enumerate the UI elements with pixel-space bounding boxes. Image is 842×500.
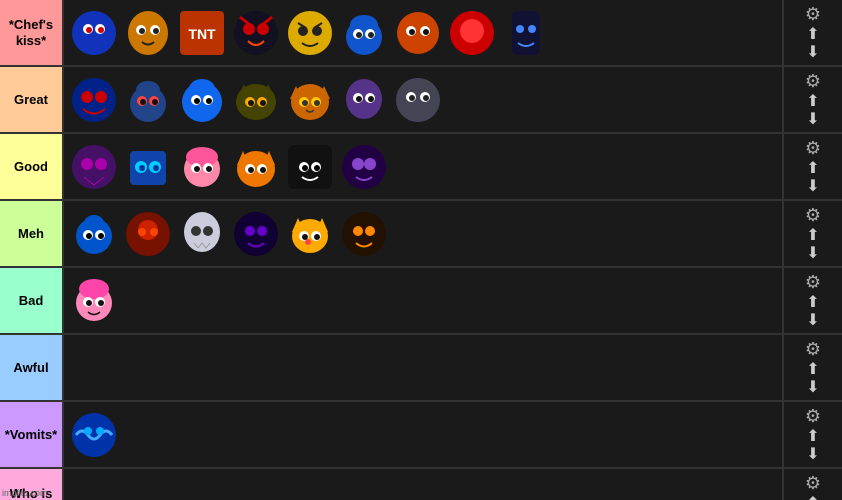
char-orange-fox bbox=[230, 141, 282, 193]
char-red-chaos bbox=[122, 208, 174, 260]
up-btn-great[interactable]: ⬆ bbox=[806, 94, 819, 110]
down-btn-awful[interactable]: ⬇ bbox=[806, 380, 819, 396]
tier-controls-great: ⚙ ⬆ ⬇ bbox=[782, 67, 842, 132]
tier-row-bad: Bad ⚙ ⬆ ⬇ bbox=[0, 268, 842, 335]
tier-label-chefkiss: *Chef's kiss* bbox=[0, 0, 62, 65]
down-btn-bad[interactable]: ⬇ bbox=[806, 313, 819, 329]
tier-label-great: Great bbox=[0, 67, 62, 132]
tier-content-vomits bbox=[62, 402, 782, 467]
char-blue-tiny bbox=[68, 7, 120, 59]
down-btn-good[interactable]: ⬇ bbox=[806, 179, 819, 195]
tier-row-meh: Meh bbox=[0, 201, 842, 268]
svg-text:TNT: TNT bbox=[188, 26, 216, 42]
gear-icon-vomits[interactable]: ⚙ bbox=[805, 406, 821, 427]
tier-content-bad bbox=[62, 268, 782, 333]
tier-content-chefkiss: TNT bbox=[62, 0, 782, 65]
watermark: imgflip.com bbox=[2, 488, 48, 498]
tier-controls-awful: ⚙ ⬆ ⬇ bbox=[782, 335, 842, 400]
char-dark-blue bbox=[68, 74, 120, 126]
up-btn-good[interactable]: ⬆ bbox=[806, 161, 819, 177]
char-blue-sonic2 bbox=[176, 74, 228, 126]
tier-controls-whois: ⚙ ⬆ ⬇ bbox=[782, 469, 842, 500]
char-purple-beast bbox=[68, 141, 120, 193]
char-fox-yellow bbox=[284, 208, 336, 260]
char-dark-reaper bbox=[338, 208, 390, 260]
tier-content-whois bbox=[62, 469, 782, 500]
tier-content-awful bbox=[62, 335, 782, 400]
up-btn-whois[interactable]: ⬆ bbox=[806, 496, 819, 500]
tier-content-good bbox=[62, 134, 782, 199]
char-pink-girl bbox=[176, 141, 228, 193]
char-orange-brown bbox=[122, 7, 174, 59]
char-blue-mech bbox=[122, 141, 174, 193]
tier-row-whois: Who is this? ⚙ ⬆ ⬇ bbox=[0, 469, 842, 500]
gear-icon-bad[interactable]: ⚙ bbox=[805, 272, 821, 293]
gear-icon-meh[interactable]: ⚙ bbox=[805, 205, 821, 226]
down-btn-meh[interactable]: ⬇ bbox=[806, 246, 819, 262]
char-pink-amy bbox=[68, 275, 120, 327]
char-red-circle bbox=[446, 7, 498, 59]
char-sonic-blue bbox=[338, 7, 390, 59]
char-purple-ghost bbox=[338, 74, 390, 126]
tier-controls-meh: ⚙ ⬆ ⬇ bbox=[782, 201, 842, 266]
tier-controls-bad: ⚙ ⬆ ⬇ bbox=[782, 268, 842, 333]
tier-content-great bbox=[62, 67, 782, 132]
down-btn-great[interactable]: ⬇ bbox=[806, 112, 819, 128]
char-blue-wave bbox=[68, 409, 120, 461]
char-white-ghost bbox=[176, 208, 228, 260]
gear-icon-good[interactable]: ⚙ bbox=[805, 138, 821, 159]
char-dark-gray bbox=[392, 74, 444, 126]
up-btn-meh[interactable]: ⬆ bbox=[806, 228, 819, 244]
tier-row-great: Great bbox=[0, 67, 842, 134]
char-orange-head bbox=[392, 7, 444, 59]
char-fox-dark bbox=[230, 74, 282, 126]
char-dark-red bbox=[230, 7, 282, 59]
char-dark-tall bbox=[500, 7, 552, 59]
tier-label-awful: Awful bbox=[0, 335, 62, 400]
down-btn-vomits[interactable]: ⬇ bbox=[806, 447, 819, 463]
tier-controls-good: ⚙ ⬆ ⬇ bbox=[782, 134, 842, 199]
char-yellow-angry bbox=[284, 7, 336, 59]
char-sonic-small bbox=[68, 208, 120, 260]
tier-label-vomits: *Vomits* bbox=[0, 402, 62, 467]
tier-row-chefkiss: *Chef's kiss* TNT bbox=[0, 0, 842, 67]
up-btn-chefkiss[interactable]: ⬆ bbox=[806, 27, 819, 43]
gear-icon-awful[interactable]: ⚙ bbox=[805, 339, 821, 360]
char-dark-purple2 bbox=[230, 208, 282, 260]
tier-content-meh bbox=[62, 201, 782, 266]
gear-icon-great[interactable]: ⚙ bbox=[805, 71, 821, 92]
char-sonic-dark bbox=[122, 74, 174, 126]
tier-row-vomits: *Vomits* ⚙ ⬆ ⬇ bbox=[0, 402, 842, 469]
up-btn-bad[interactable]: ⬆ bbox=[806, 295, 819, 311]
char-cat-orange bbox=[284, 74, 336, 126]
tier-label-meh: Meh bbox=[0, 201, 62, 266]
gear-icon-chefkiss[interactable]: ⚙ bbox=[805, 4, 821, 25]
gear-icon-whois[interactable]: ⚙ bbox=[805, 473, 821, 494]
tier-label-good: Good bbox=[0, 134, 62, 199]
up-btn-awful[interactable]: ⬆ bbox=[806, 362, 819, 378]
up-btn-vomits[interactable]: ⬆ bbox=[806, 429, 819, 445]
char-black-white bbox=[284, 141, 336, 193]
tier-row-awful: Awful ⚙ ⬆ ⬇ bbox=[0, 335, 842, 402]
tier-controls-chefkiss: ⚙ ⬆ ⬇ bbox=[782, 0, 842, 65]
tier-row-good: Good bbox=[0, 134, 842, 201]
char-dark-purple bbox=[338, 141, 390, 193]
tier-label-bad: Bad bbox=[0, 268, 62, 333]
char-tnt: TNT bbox=[176, 7, 228, 59]
tier-controls-vomits: ⚙ ⬆ ⬇ bbox=[782, 402, 842, 467]
down-btn-chefkiss[interactable]: ⬇ bbox=[806, 45, 819, 61]
